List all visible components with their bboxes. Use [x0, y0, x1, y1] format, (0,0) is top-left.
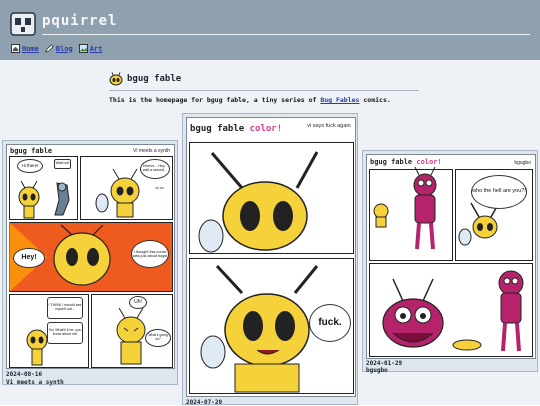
main-content: bgug fable This is the homepage for bgug… — [0, 60, 540, 406]
comic-card-vi-says-fuck-again[interactable]: bgug fable color! vi says fuck again fuc… — [182, 113, 358, 406]
speech-bubble: Hi there! — [17, 159, 43, 173]
intro-text: This is the homepage for bgug fable, a t… — [109, 96, 391, 104]
intro-suffix: comics. — [359, 96, 391, 104]
speech-bubble: I thought this comic was just about bugs… — [131, 240, 169, 268]
nav-art-link[interactable]: Art — [78, 44, 103, 53]
comic-title-link[interactable]: Vi meets a synth — [6, 379, 64, 386]
comic-artwork — [198, 151, 319, 393]
comic-date: 2024-01-29 — [366, 360, 403, 367]
bee-icon — [109, 72, 123, 86]
speech-bubble: I THINK I should see myself out... — [47, 297, 83, 319]
site-header: pquirrel Home Blog Art — [0, 0, 540, 60]
comic-image[interactable]: bgug fable Vi meets a synth Hi there! Wa… — [6, 144, 175, 369]
speech-bubble: So! What'll it be, you know about me — [47, 322, 83, 344]
pen-icon — [45, 44, 54, 53]
squirrel-logo-icon[interactable] — [10, 11, 36, 37]
house-icon — [11, 44, 20, 53]
main-nav: Home Blog Art — [11, 44, 102, 53]
speech-bubble: Hmmm... Hey... wait a second... — [140, 159, 170, 179]
nav-art-label: Art — [89, 44, 103, 53]
page-title: bgug fable — [127, 74, 182, 84]
speech-bubble: What's going on? — [145, 329, 171, 347]
speech-bubble: who the hell are you?! — [471, 175, 527, 209]
comic-title-link[interactable]: bgugbo — [366, 367, 388, 374]
comic-card-bgugbo[interactable]: bgug fable color! bgugbo who the hell ar… — [362, 150, 538, 374]
page-title-divider — [109, 90, 419, 91]
nav-blog-link[interactable]: Blog — [45, 44, 73, 53]
comic-image[interactable]: bgug fable color! vi says fuck again fuc… — [186, 117, 356, 397]
speech-bubble: Uh! — [129, 296, 147, 309]
intro-prefix: This is the homepage for bgug fable, a t… — [109, 96, 321, 104]
speech-bubble: fuck. — [309, 304, 351, 342]
title-divider — [42, 34, 530, 35]
comic-card-vi-meets-synth[interactable]: bgug fable Vi meets a synth Hi there! Wa… — [2, 140, 178, 386]
speech-bubble: Hey! — [13, 248, 45, 268]
picture-icon — [78, 44, 88, 53]
nav-home-label: Home — [22, 44, 39, 53]
comic-text: oh no — [155, 186, 164, 190]
bug-fables-link[interactable]: Bug Fables — [320, 96, 359, 104]
speech-bubble: Wait huh — [54, 159, 71, 169]
nav-blog-label: Blog — [55, 44, 73, 53]
nav-home-link[interactable]: Home — [11, 44, 39, 53]
comic-date: 2024-08-16 — [6, 371, 43, 378]
page-heading: bgug fable — [109, 72, 181, 86]
comic-image[interactable]: bgug fable color! bgugbo who the hell ar… — [366, 154, 536, 359]
site-title[interactable]: pquirrel — [42, 13, 117, 29]
